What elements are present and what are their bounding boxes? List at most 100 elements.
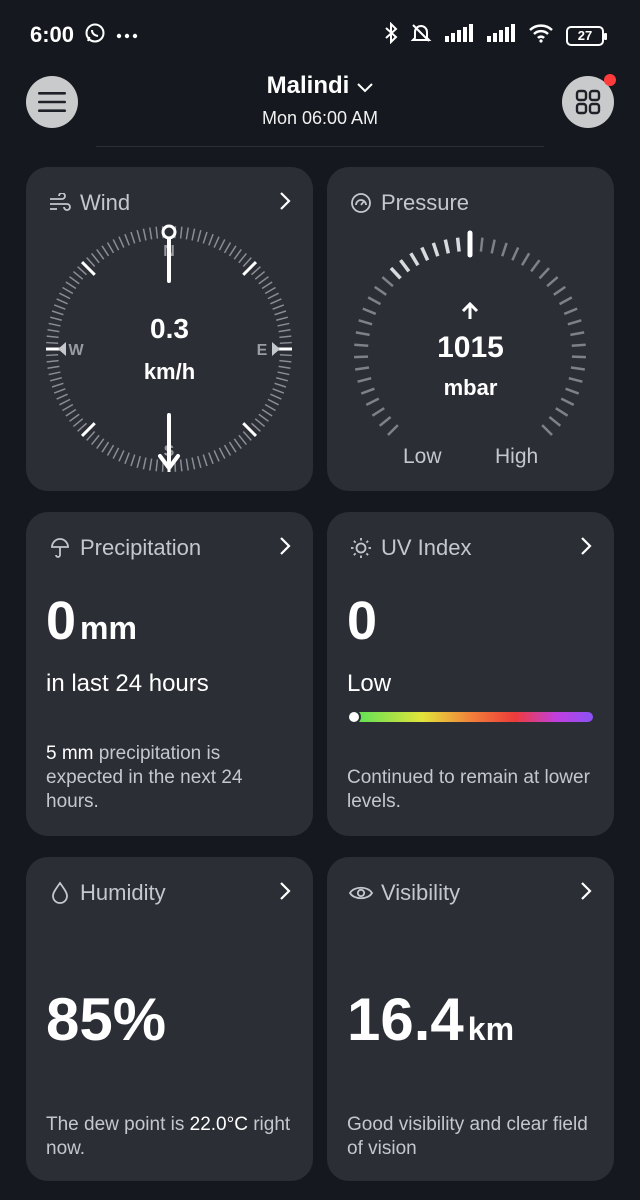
visibility-card[interactable]: Visibility 16.4 km Good visibility and cl… bbox=[327, 857, 614, 1181]
compass-tick bbox=[250, 266, 261, 276]
status-left-icons bbox=[84, 22, 138, 49]
compass-tick bbox=[264, 286, 276, 295]
header-divider bbox=[96, 146, 544, 147]
pressure-tick bbox=[541, 424, 553, 436]
status-right-icons: 27 bbox=[384, 21, 607, 49]
pressure-tick bbox=[546, 276, 559, 288]
compass-tick bbox=[238, 252, 247, 264]
compass-tick bbox=[208, 452, 214, 465]
compass-tick bbox=[179, 226, 183, 239]
eye-icon bbox=[349, 881, 373, 905]
compass-tick bbox=[136, 229, 141, 242]
visibility-unit: km bbox=[467, 1011, 515, 1047]
compass-tick bbox=[62, 286, 74, 295]
notification-dot bbox=[604, 74, 616, 86]
humidity-value: 85% bbox=[46, 986, 167, 1053]
chevron-right-icon[interactable] bbox=[279, 536, 291, 561]
pressure-tick bbox=[431, 242, 440, 257]
humidity-description: The dew point is 22.0°C right now. bbox=[46, 1113, 293, 1161]
compass-tick bbox=[218, 447, 226, 459]
pressure-tick bbox=[555, 407, 569, 417]
apps-grid-button[interactable] bbox=[562, 74, 616, 128]
compass-tick bbox=[62, 403, 74, 412]
chevron-right-icon[interactable] bbox=[580, 536, 592, 561]
whatsapp-icon bbox=[84, 22, 106, 49]
visibility-value-row: 16.4 km bbox=[347, 985, 514, 1054]
compass-tick bbox=[258, 413, 269, 422]
precipitation-card[interactable]: Precipitation 0 mm in last 24 hours 5 mm … bbox=[26, 512, 313, 836]
pressure-value: 1015 bbox=[437, 331, 504, 364]
uv-index-card[interactable]: UV Index 0 Low Continued to remain at lo… bbox=[327, 512, 614, 836]
pressure-unit: mbar bbox=[443, 375, 498, 400]
compass-tick bbox=[69, 413, 80, 422]
compass-tick bbox=[46, 354, 59, 357]
pressure-tick bbox=[520, 252, 531, 266]
compass-tick bbox=[130, 454, 136, 467]
compass-tick bbox=[223, 242, 232, 254]
compass-tick bbox=[191, 457, 196, 470]
compass-tick bbox=[208, 233, 214, 246]
compass-tick bbox=[142, 457, 147, 470]
compass-tick bbox=[124, 233, 130, 246]
compass-tick bbox=[118, 450, 125, 462]
pressure-tick bbox=[479, 237, 484, 252]
more-notifications-icon bbox=[116, 27, 138, 45]
pressure-tick bbox=[511, 246, 520, 261]
precipitation-forecast-amount: 5 mm bbox=[46, 743, 94, 764]
compass-tick bbox=[65, 281, 77, 290]
compass-tick bbox=[258, 276, 269, 285]
compass-tick bbox=[279, 354, 292, 357]
compass-tick bbox=[72, 418, 84, 427]
pressure-tick bbox=[455, 237, 461, 252]
header: Malindi Mon 06:00 AM bbox=[0, 72, 640, 148]
humidity-card[interactable]: Humidity 85% The dew point is 22.0°C rig… bbox=[26, 857, 313, 1181]
pressure-tick bbox=[358, 319, 373, 326]
compass-tick bbox=[233, 249, 242, 260]
grid-icon bbox=[575, 89, 601, 115]
pressure-tick bbox=[420, 246, 430, 261]
chevron-right-icon[interactable] bbox=[279, 881, 291, 906]
compass-tick bbox=[130, 231, 136, 244]
location-datetime: Mon 06:00 AM bbox=[261, 108, 379, 128]
compass-tick bbox=[242, 430, 252, 441]
compass-tick bbox=[191, 228, 196, 241]
compass-tick bbox=[270, 298, 282, 305]
wind-needle-cap bbox=[161, 224, 177, 240]
compass-tick bbox=[142, 228, 147, 241]
compass-tick bbox=[261, 408, 273, 417]
dew-point-prefix: The dew point is bbox=[46, 1114, 190, 1135]
pressure-tick bbox=[371, 407, 385, 417]
compass-tick bbox=[136, 456, 141, 469]
precipitation-forecast: 5 mm precipitation is expected in the ne… bbox=[46, 742, 293, 814]
humidity-title: Humidity bbox=[80, 880, 166, 905]
compass-tick bbox=[270, 393, 282, 400]
precipitation-unit: mm bbox=[80, 610, 137, 646]
compass-tick bbox=[56, 298, 68, 305]
pressure-card[interactable]: Pressure 1015 mbar Low High bbox=[327, 167, 614, 491]
compass-tick bbox=[185, 458, 189, 471]
compass-tick bbox=[112, 447, 120, 459]
compass-tick bbox=[112, 239, 120, 251]
chevron-right-icon[interactable] bbox=[580, 881, 592, 906]
compass-tick bbox=[106, 242, 115, 254]
compass-tick bbox=[202, 231, 208, 244]
location-block[interactable]: Malindi Mon 06:00 AM bbox=[0, 72, 640, 129]
wind-card[interactable]: Wind NSWE 0.3 km/h bbox=[26, 167, 313, 491]
pressure-tick bbox=[490, 239, 496, 254]
uv-value: 0 bbox=[347, 591, 378, 651]
visibility-title: Visibility bbox=[381, 880, 461, 905]
pressure-tick bbox=[563, 307, 578, 316]
hamburger-icon bbox=[38, 92, 66, 112]
pressure-tick bbox=[389, 266, 402, 280]
chevron-down-icon[interactable] bbox=[357, 72, 374, 100]
compass-tick bbox=[185, 227, 189, 240]
location-name[interactable]: Malindi bbox=[267, 72, 350, 100]
compass-tick bbox=[53, 388, 66, 394]
precipitation-title: Precipitation bbox=[80, 535, 202, 560]
compass-tick bbox=[118, 236, 125, 248]
menu-button[interactable] bbox=[26, 76, 78, 128]
compass-tick bbox=[267, 398, 279, 406]
compass-tick bbox=[96, 249, 105, 260]
compass-tick bbox=[149, 458, 153, 471]
compass-tick bbox=[149, 227, 153, 240]
